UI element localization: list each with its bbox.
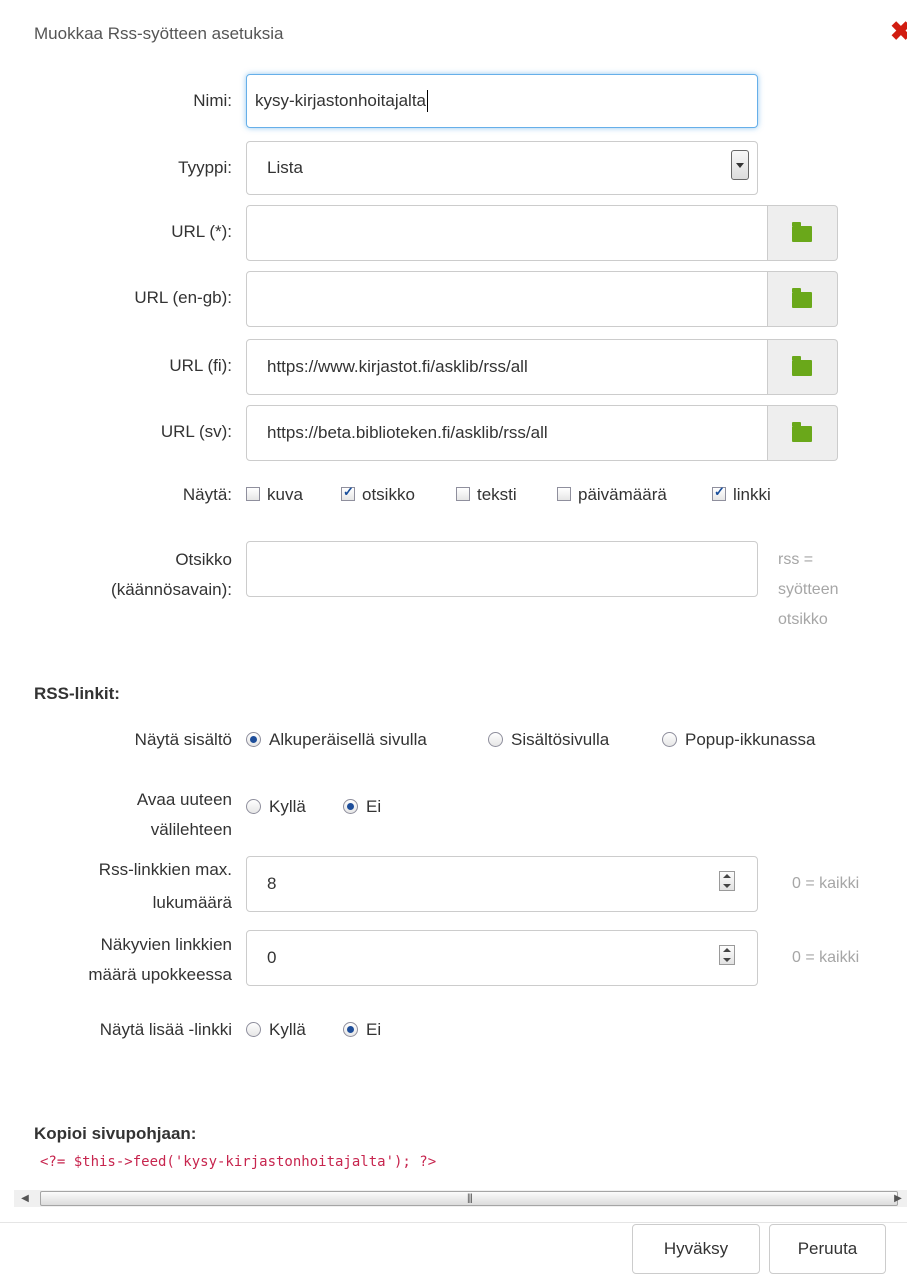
radio-content-page-label: Sisältösivulla (511, 730, 610, 749)
heading-input[interactable] (246, 541, 758, 597)
url-fi-input[interactable]: https://www.kirjastot.fi/asklib/rss/all (246, 339, 768, 395)
new-tab-label-line2: välilehteen (150, 820, 232, 839)
visible-links-label-line1: Näkyvien linkkien (100, 935, 232, 954)
checkbox-paivamaara[interactable] (557, 487, 571, 501)
scroll-left-arrow-icon[interactable]: ◀ (14, 1190, 36, 1207)
folder-icon (792, 422, 812, 442)
dropdown-arrow-icon[interactable] (731, 150, 749, 180)
url-fi-browse-button[interactable] (768, 339, 838, 395)
checkbox-kuva-label: kuva (267, 485, 303, 504)
show-more-label: Näytä lisää -linkki (99, 1020, 232, 1039)
checkbox-linkki-label: linkki (733, 485, 771, 504)
template-code: <?= $this->feed('kysy-kirjastonhoitajalt… (40, 1154, 437, 1170)
folder-icon (792, 222, 812, 242)
type-label: Tyyppi: (178, 158, 232, 177)
horizontal-scrollbar[interactable]: ◀ ||| ▶ (14, 1190, 907, 1207)
max-links-value: 8 (267, 874, 277, 893)
type-select[interactable]: Lista (246, 141, 758, 195)
spinner-icon[interactable] (719, 871, 735, 891)
grip-icon: ||| (467, 1193, 473, 1204)
heading-hint-line1: rss = (778, 551, 814, 568)
scroll-right-arrow-icon[interactable]: ▶ (889, 1190, 907, 1207)
cancel-button[interactable]: Peruuta (769, 1224, 886, 1274)
url-default-label: URL (*): (171, 222, 232, 241)
radio-content-page[interactable] (488, 732, 503, 747)
radio-original-page[interactable] (246, 732, 261, 747)
close-icon[interactable]: ✖ (890, 18, 907, 44)
name-input[interactable]: kysy-kirjastonhoitajalta (246, 74, 758, 128)
copy-heading: Kopioi sivupohjaan: (34, 1124, 197, 1143)
checkbox-teksti[interactable] (456, 487, 470, 501)
radio-show-more-no-label: Ei (366, 1020, 382, 1039)
name-input-value: kysy-kirjastonhoitajalta (255, 91, 427, 110)
radio-new-tab-yes-label: Kyllä (269, 797, 306, 816)
new-tab-label-line1: Avaa uuteen (136, 790, 232, 809)
accept-button[interactable]: Hyväksy (632, 1224, 760, 1274)
heading-hint-line2: syötteen (778, 581, 839, 598)
rss-links-heading: RSS-linkit: (34, 684, 120, 703)
url-en-input[interactable] (246, 271, 768, 327)
radio-original-page-label: Alkuperäisellä sivulla (269, 730, 427, 749)
spinner-icon[interactable] (719, 945, 735, 965)
max-links-label-line2: lukumäärä (152, 893, 232, 912)
radio-new-tab-yes[interactable] (246, 799, 261, 814)
checkbox-otsikko[interactable] (341, 484, 355, 501)
scrollbar-thumb[interactable]: ||| (40, 1191, 898, 1206)
radio-show-more-yes-label: Kyllä (269, 1020, 306, 1039)
visible-links-label-line2: määrä upokkeessa (88, 965, 232, 984)
folder-icon (792, 356, 812, 376)
radio-new-tab-no[interactable] (343, 799, 358, 814)
footer-divider (0, 1222, 907, 1223)
url-sv-label: URL (sv): (160, 422, 232, 441)
url-fi-label: URL (fi): (169, 356, 232, 375)
url-fi-value: https://www.kirjastot.fi/asklib/rss/all (267, 357, 528, 376)
visible-links-input[interactable]: 0 (246, 930, 758, 986)
radio-popup-window-label: Popup-ikkunassa (685, 730, 816, 749)
max-links-input[interactable]: 8 (246, 856, 758, 912)
radio-new-tab-no-label: Ei (366, 797, 382, 816)
url-default-input[interactable] (246, 205, 768, 261)
folder-icon (792, 288, 812, 308)
visible-links-hint: 0 = kaikki (792, 949, 860, 966)
radio-show-more-yes[interactable] (246, 1022, 261, 1037)
name-label: Nimi: (193, 91, 232, 110)
url-sv-value: https://beta.biblioteken.fi/asklib/rss/a… (267, 423, 548, 442)
heading-hint-line3: otsikko (778, 611, 828, 628)
url-sv-input[interactable]: https://beta.biblioteken.fi/asklib/rss/a… (246, 405, 768, 461)
show-label: Näytä: (182, 485, 232, 504)
text-caret (427, 90, 429, 112)
checkbox-linkki[interactable] (712, 484, 726, 501)
radio-popup-window[interactable] (662, 732, 677, 747)
url-en-browse-button[interactable] (768, 271, 838, 327)
checkbox-paivamaara-label: päivämäärä (578, 485, 667, 504)
max-links-hint: 0 = kaikki (792, 875, 860, 892)
type-select-value: Lista (267, 158, 303, 177)
show-content-label: Näytä sisältö (134, 730, 232, 749)
checkbox-kuva[interactable] (246, 487, 260, 501)
heading-label-line1: Otsikko (175, 550, 232, 569)
checkbox-teksti-label: teksti (477, 485, 517, 504)
visible-links-value: 0 (267, 948, 277, 967)
dialog-title: Muokkaa Rss-syötteen asetuksia (34, 24, 284, 43)
checkbox-otsikko-label: otsikko (362, 485, 415, 504)
radio-show-more-no[interactable] (343, 1022, 358, 1037)
heading-label-line2: (käännösavain): (111, 580, 232, 599)
max-links-label-line1: Rss-linkkien max. (98, 860, 232, 879)
url-en-label: URL (en-gb): (134, 288, 232, 307)
url-sv-browse-button[interactable] (768, 405, 838, 461)
url-default-browse-button[interactable] (768, 205, 838, 261)
